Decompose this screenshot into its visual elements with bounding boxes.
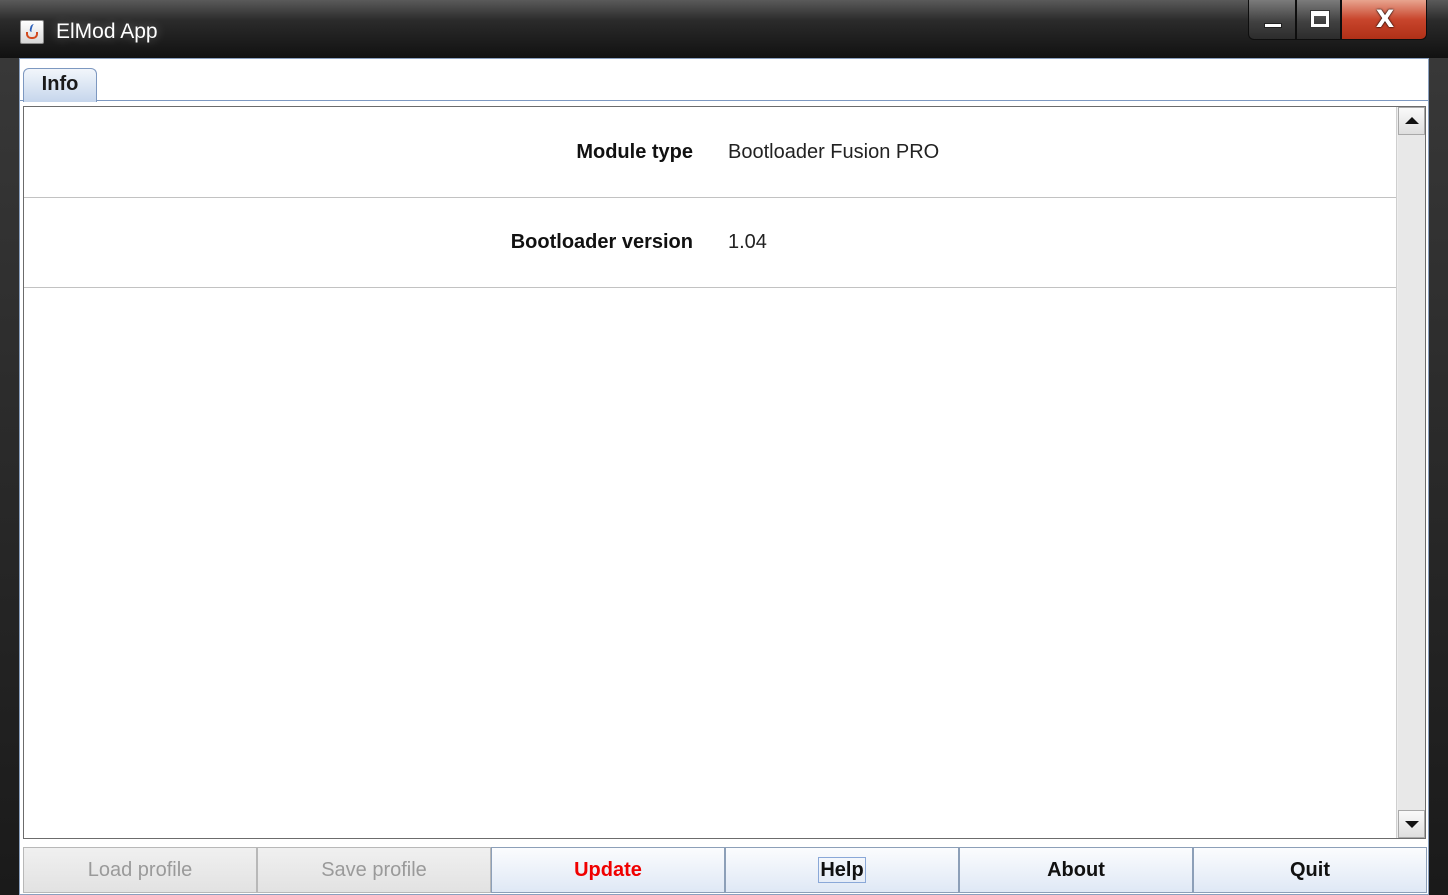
quit-button[interactable]: Quit xyxy=(1193,847,1427,893)
tab-strip: Info xyxy=(20,59,1428,102)
load-profile-button[interactable]: Load profile xyxy=(23,847,257,893)
help-button-label: Help xyxy=(818,857,866,883)
title-bar[interactable]: ElMod App X xyxy=(0,0,1448,58)
button-bar: Load profile Save profile Update Help Ab… xyxy=(23,847,1427,893)
window-title: ElMod App xyxy=(56,20,158,43)
close-icon: X xyxy=(1375,5,1395,33)
minimize-icon xyxy=(1264,23,1282,28)
close-button[interactable]: X xyxy=(1341,0,1427,40)
module-type-value: Bootloader Fusion PRO xyxy=(728,141,940,163)
java-cup-icon[interactable] xyxy=(20,20,44,44)
app-window: ElMod App X Info Module type Bootloader … xyxy=(0,0,1448,895)
vertical-scrollbar[interactable] xyxy=(1396,107,1425,838)
update-button[interactable]: Update xyxy=(491,847,725,893)
module-type-label: Module type xyxy=(576,141,693,163)
info-row-bootloader-version: Bootloader version 1.04 xyxy=(24,197,1396,288)
info-panel: Module type Bootloader Fusion PRO Bootlo… xyxy=(23,106,1426,839)
scroll-track[interactable] xyxy=(1398,135,1425,810)
minimize-button[interactable] xyxy=(1248,0,1296,40)
arrow-up-icon xyxy=(1405,117,1419,124)
tab-info[interactable]: Info xyxy=(23,68,97,102)
help-button[interactable]: Help xyxy=(725,847,959,893)
bootloader-version-label: Bootloader version xyxy=(510,231,693,253)
java-steam-icon-part xyxy=(28,24,38,32)
arrow-down-icon xyxy=(1405,821,1419,828)
java-cup-icon-part xyxy=(26,32,38,39)
scroll-down-button[interactable] xyxy=(1398,810,1425,838)
maximize-icon xyxy=(1310,10,1330,28)
client-area: Info Module type Bootloader Fusion PRO B… xyxy=(19,58,1429,895)
bootloader-version-value: 1.04 xyxy=(728,231,767,253)
about-button[interactable]: About xyxy=(959,847,1193,893)
scroll-up-button[interactable] xyxy=(1398,107,1425,135)
save-profile-button[interactable]: Save profile xyxy=(257,847,491,893)
maximize-button[interactable] xyxy=(1296,0,1341,40)
info-row-module-type: Module type Bootloader Fusion PRO xyxy=(24,107,1396,198)
